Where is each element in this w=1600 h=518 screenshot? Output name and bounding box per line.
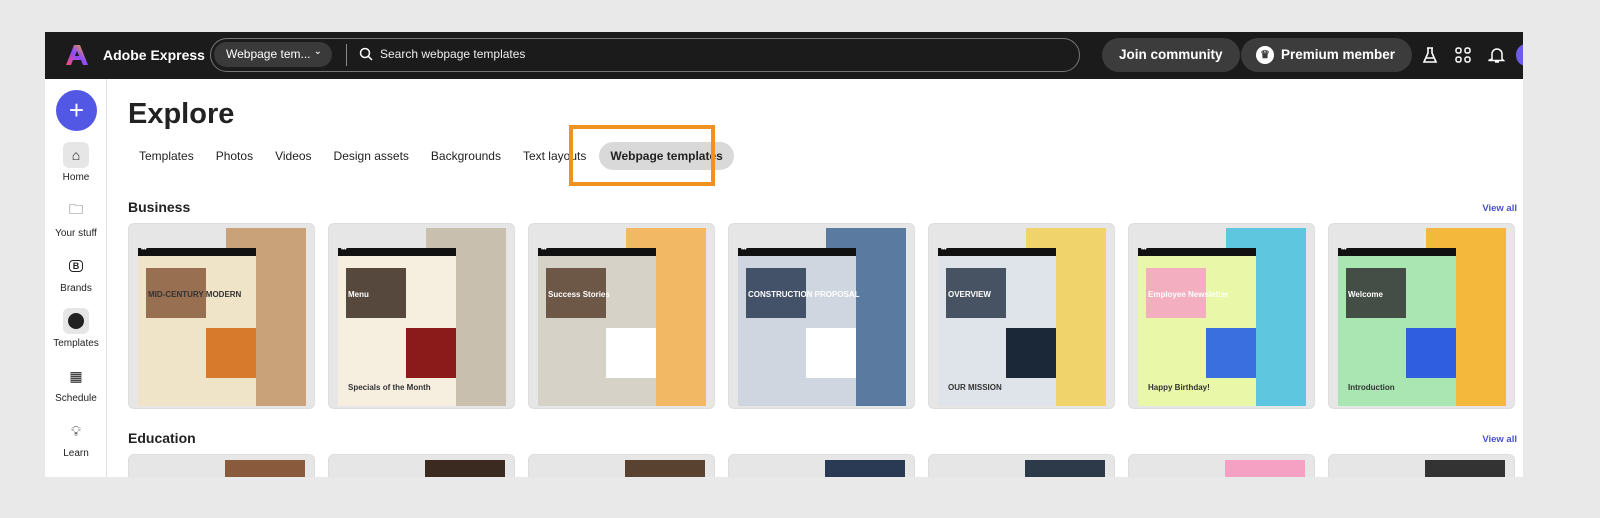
page-title: Explore (128, 98, 235, 130)
tab-backgrounds[interactable]: Backgrounds (420, 142, 512, 170)
sidebar-item-label: Learn (63, 448, 89, 459)
template-card[interactable] (1328, 454, 1515, 477)
sidebar-item-label: Your stuff (55, 228, 97, 239)
thumbnail-title: Welcome (1348, 290, 1383, 299)
template-card[interactable]: CONSTRUCTION PROPOSAL (728, 223, 915, 409)
sidebar-item-label: Templates (53, 338, 99, 349)
tab-design-assets[interactable]: Design assets (323, 142, 420, 170)
brand-name: Adobe Express (103, 47, 205, 63)
premium-label: Premium member (1281, 47, 1396, 62)
tab-templates[interactable]: Templates (128, 142, 205, 170)
templates-icon (63, 308, 89, 334)
template-card[interactable]: Employee Newsletter Happy Birthday! (1128, 223, 1315, 409)
sidebar-item-templates[interactable]: Templates (45, 308, 107, 349)
template-card[interactable] (528, 454, 715, 477)
thumbnail-title: Success Stories (548, 290, 610, 299)
thumbnail-title: OVERVIEW (948, 290, 991, 299)
chevron-down-icon: ⌄ (313, 46, 322, 57)
scope-label: Webpage tem... (226, 47, 311, 61)
template-card[interactable] (728, 454, 915, 477)
bell-icon[interactable] (1488, 46, 1506, 64)
section-title-education: Education (128, 430, 196, 446)
template-card[interactable]: Welcome Introduction (1328, 223, 1515, 409)
create-button[interactable]: + (56, 90, 97, 131)
template-thumbnail: Menu Specials of the Month (338, 228, 506, 406)
browser-bar (1338, 247, 1456, 256)
template-thumbnail (1225, 460, 1305, 477)
browser-bar (338, 247, 456, 256)
top-bar: Adobe Express Webpage tem... ⌄ Search web… (45, 32, 1523, 79)
view-all-business-link[interactable]: View all (1482, 203, 1517, 214)
thumbnail-subtitle: OUR MISSION (948, 383, 1002, 392)
template-thumbnail (625, 460, 705, 477)
template-card[interactable]: OVERVIEW OUR MISSION (928, 223, 1115, 409)
template-thumbnail (425, 460, 505, 477)
browser-bar (138, 247, 256, 256)
template-thumbnail: OVERVIEW OUR MISSION (938, 228, 1106, 406)
template-card[interactable] (328, 454, 515, 477)
sidebar-item-schedule[interactable]: ▦ Schedule (45, 363, 107, 405)
template-card[interactable]: Success Stories (528, 223, 715, 409)
avatar[interactable] (1516, 44, 1523, 66)
search-scope-dropdown[interactable]: Webpage tem... ⌄ (214, 42, 332, 67)
thumbnail-title: Employee Newsletter (1148, 290, 1229, 299)
thumbnail-subtitle: Specials of the Month (348, 383, 431, 392)
sidebar-item-label: Home (62, 172, 90, 183)
template-thumbnail (1025, 460, 1105, 477)
template-thumbnail: Welcome Introduction (1338, 228, 1506, 406)
thumbnail-subtitle: Introduction (1348, 383, 1395, 392)
template-thumbnail: MID-CENTURY MODERN (138, 228, 306, 406)
template-thumbnail (825, 460, 905, 477)
tab-videos[interactable]: Videos (264, 142, 322, 170)
search-bar: Webpage tem... ⌄ Search webpage templates (210, 38, 1080, 72)
home-icon: ⌂ (63, 142, 89, 168)
template-thumbnail: Employee Newsletter Happy Birthday! (1138, 228, 1306, 406)
sidebar-item-home[interactable]: ⌂ Home (45, 142, 107, 183)
sidebar: + ⌂ Home 🗀 Your stuff B Brands Templates ▦ S… (45, 79, 107, 477)
browser-bar (538, 247, 656, 256)
sidebar-item-your-stuff[interactable]: 🗀 Your stuff (45, 198, 107, 239)
thumbnail-title: Menu (348, 290, 369, 299)
view-all-education-link[interactable]: View all (1482, 434, 1517, 445)
template-card[interactable] (128, 454, 315, 477)
adobe-express-logo[interactable] (65, 43, 89, 67)
search-icon (359, 47, 373, 61)
template-thumbnail: CONSTRUCTION PROPOSAL (738, 228, 906, 406)
brand-icon: B (63, 253, 89, 279)
template-card[interactable] (1128, 454, 1315, 477)
app-window: Adobe Express Webpage tem... ⌄ Search web… (45, 32, 1523, 477)
lightbulb-icon: 💡︎ (71, 422, 81, 439)
sidebar-item-label: Brands (60, 283, 92, 294)
join-community-button[interactable]: Join community (1102, 38, 1240, 72)
template-card[interactable]: MID-CENTURY MODERN (128, 223, 315, 409)
template-card[interactable] (928, 454, 1115, 477)
template-thumbnail (225, 460, 305, 477)
premium-member-button[interactable]: ♛ Premium member (1241, 38, 1413, 72)
divider (346, 44, 347, 66)
calendar-icon: ▦ (69, 367, 83, 384)
template-thumbnail (1425, 460, 1505, 477)
thumbnail-subtitle: Happy Birthday! (1148, 383, 1210, 392)
search-input[interactable]: Search webpage templates (380, 47, 525, 61)
folder-icon: 🗀 (69, 201, 83, 217)
crown-icon: ♛ (1256, 46, 1274, 64)
sidebar-item-label: Schedule (55, 393, 97, 404)
template-card[interactable]: Menu Specials of the Month (328, 223, 515, 409)
template-thumbnail: Success Stories (538, 228, 706, 406)
sidebar-item-brands[interactable]: B Brands (45, 253, 107, 294)
browser-bar (1138, 247, 1256, 256)
apps-icon[interactable] (1454, 46, 1472, 64)
thumbnail-title: CONSTRUCTION PROPOSAL (748, 290, 860, 299)
browser-bar (938, 247, 1056, 256)
browser-bar (738, 247, 856, 256)
thumbnail-title: MID-CENTURY MODERN (148, 290, 242, 299)
flask-icon[interactable] (1421, 46, 1439, 64)
section-title-business: Business (128, 199, 191, 215)
sidebar-item-learn[interactable]: 💡︎ Learn (45, 418, 107, 460)
highlight-box (569, 125, 715, 186)
tab-photos[interactable]: Photos (205, 142, 264, 170)
